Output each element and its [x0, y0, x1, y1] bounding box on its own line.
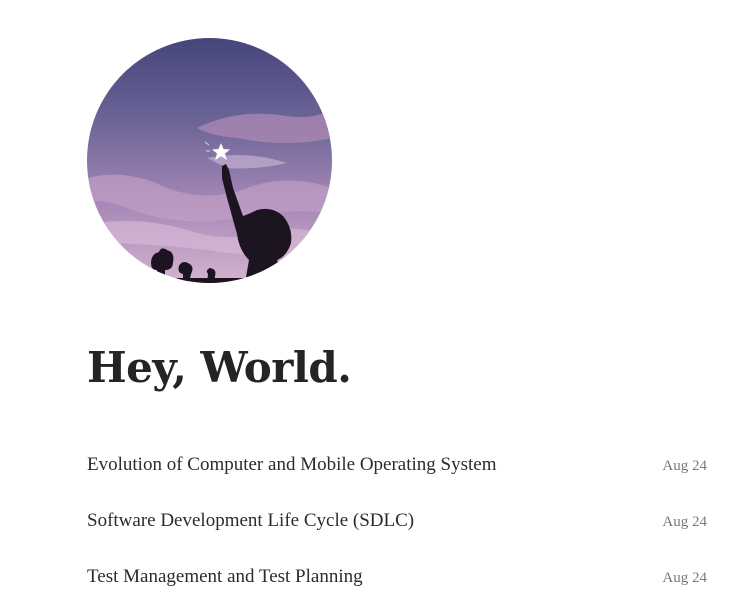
post-date: Aug 24	[662, 458, 707, 474]
post-item[interactable]: Test Management and Test Planning Aug 24	[87, 549, 707, 605]
post-title-link[interactable]: Test Management and Test Planning	[87, 549, 363, 605]
post-date: Aug 24	[662, 570, 707, 586]
post-item[interactable]: Software Development Life Cycle (SDLC) A…	[87, 493, 707, 549]
post-list: Evolution of Computer and Mobile Operati…	[87, 437, 707, 605]
avatar-image	[87, 38, 332, 283]
profile-avatar[interactable]	[87, 38, 332, 283]
post-title-link[interactable]: Software Development Life Cycle (SDLC)	[87, 493, 414, 549]
post-item[interactable]: Evolution of Computer and Mobile Operati…	[87, 437, 707, 493]
post-title-link[interactable]: Evolution of Computer and Mobile Operati…	[87, 437, 497, 493]
post-date: Aug 24	[662, 514, 707, 530]
page-title: Hey, World.	[87, 343, 352, 392]
